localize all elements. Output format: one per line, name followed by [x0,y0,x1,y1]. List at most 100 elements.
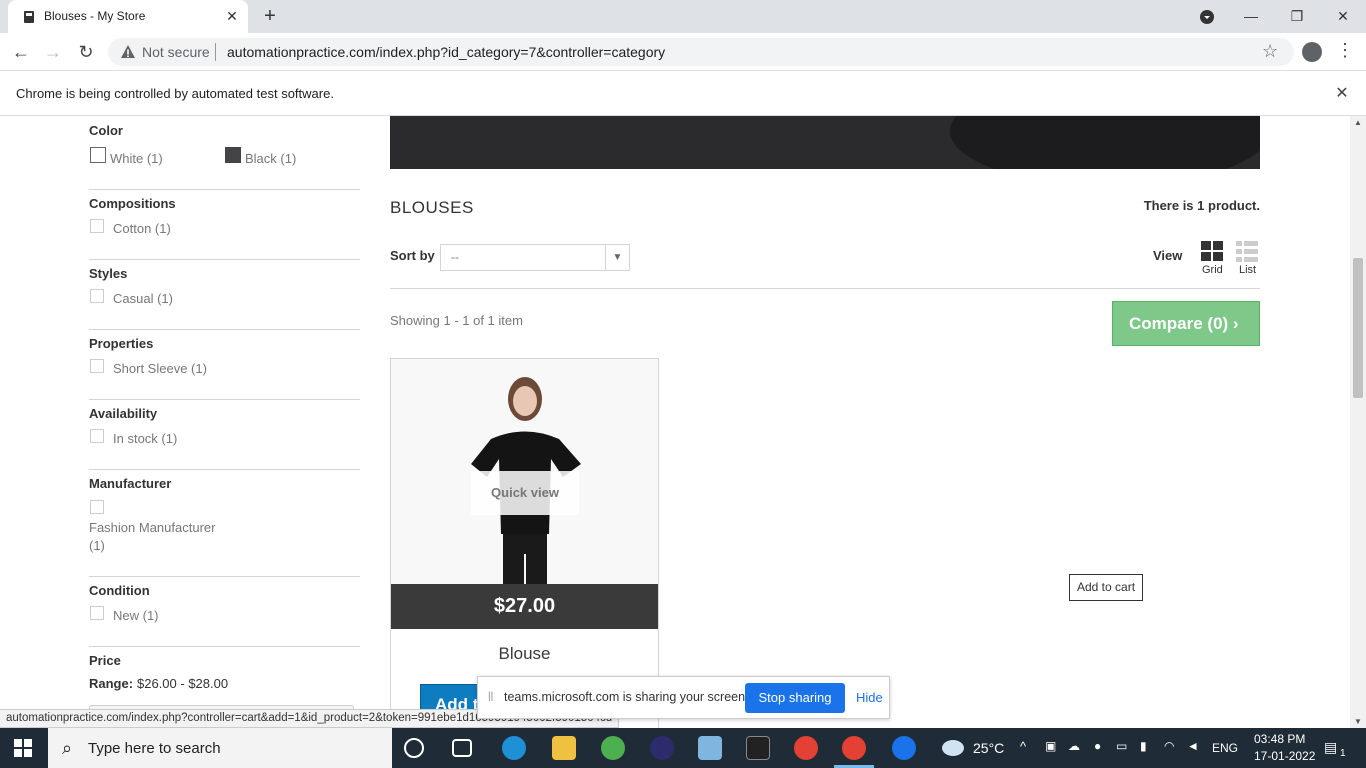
address-bar[interactable]: Not secure automationpractice.com/index.… [108,38,1294,66]
tab-search-icon[interactable] [1199,9,1215,25]
filter-divider [89,469,360,470]
automation-infobar: Chrome is being controlled by automated … [0,71,1366,116]
store-favicon-icon [24,11,34,23]
grid-view-icon[interactable] [1200,240,1224,264]
profile-avatar-icon[interactable] [1302,42,1322,62]
infobar-text: Chrome is being controlled by automated … [16,86,334,101]
chevron-right-icon: › [1232,314,1239,333]
filter-option-label[interactable]: Short Sleeve (1) [113,361,207,376]
filter-title: Compositions [89,196,176,211]
filter-checkbox[interactable] [90,500,104,514]
quick-view-button[interactable]: Quick view [471,471,579,515]
hide-link[interactable]: Hide [856,690,883,705]
compare-button[interactable]: Compare (0) › [1112,301,1260,346]
edge-icon[interactable] [502,736,526,760]
microphone-icon[interactable]: ● [1094,739,1101,753]
filter-option-label[interactable]: Casual (1) [113,291,173,306]
filter-option-label[interactable]: Fashion Manufacturer [89,520,215,535]
restore-icon[interactable]: ❐ [1285,4,1309,28]
color-swatch-black[interactable] [225,147,241,163]
weather-icon[interactable] [942,740,964,756]
filter-divider [89,189,360,190]
sharing-text: teams.microsoft.com is sharing your scre… [504,690,749,704]
minimize-icon[interactable]: — [1239,4,1263,28]
showing-count: Showing 1 - 1 of 1 item [390,313,523,328]
task-view-icon[interactable] [452,739,472,757]
bookmark-star-icon[interactable]: ☆ [1262,41,1278,62]
filter-option-count[interactable]: (1) [89,538,105,553]
app-icon[interactable] [698,736,722,760]
file-explorer-icon[interactable] [552,736,576,760]
forward-icon[interactable]: → [42,41,64,63]
back-icon[interactable]: ← [10,41,32,63]
filter-title: Styles [89,266,128,281]
page-scrollbar[interactable]: ▲ ▼ [1350,116,1366,728]
clock-date[interactable]: 17-01-2022 [1254,749,1315,763]
clock-time[interactable]: 03:48 PM [1254,732,1305,746]
filter-checkbox[interactable] [90,606,104,620]
browser-tab[interactable]: Blouses - My Store ✕ [8,0,248,33]
url-text[interactable]: automationpractice.com/index.php?id_cate… [227,44,665,60]
filter-option-label[interactable]: In stock (1) [113,431,177,446]
wifi-icon[interactable]: ◠ [1164,739,1174,753]
language-indicator[interactable]: ENG [1212,741,1238,755]
filter-divider [89,329,360,330]
filter-option-label[interactable]: Black (1) [245,151,296,166]
product-image[interactable]: Quick view [391,359,658,584]
drag-handle-icon[interactable]: || [488,691,493,702]
taskbar-search-box[interactable]: ⌕ Type here to search [48,728,392,768]
scroll-thumb[interactable] [1353,258,1363,398]
tab-close-icon[interactable]: ✕ [224,8,240,24]
cortana-icon[interactable] [404,738,424,758]
filter-option-label[interactable]: Cotton (1) [113,221,171,236]
sort-select[interactable]: -- ▼ [440,244,630,271]
chrome-icon[interactable] [794,736,818,760]
help-icon[interactable] [892,736,916,760]
onedrive-icon[interactable]: ☁ [1068,739,1080,753]
list-view-label[interactable]: List [1239,264,1256,276]
new-tab-button[interactable]: + [260,5,280,27]
filter-title: Price [89,653,121,668]
screen-sharing-bar: || teams.microsoft.com is sharing your s… [477,676,890,719]
chrome-active-icon[interactable] [842,736,866,760]
grid-view-label[interactable]: Grid [1202,264,1223,276]
scroll-up-icon[interactable]: ▲ [1354,118,1362,127]
infobar-close-icon[interactable]: ✕ [1334,83,1350,103]
chrome-menu-icon[interactable]: ⋮ [1336,40,1354,61]
eclipse-icon[interactable] [650,736,674,760]
list-view-icon[interactable] [1235,240,1259,264]
tab-title: Blouses - My Store [44,9,146,23]
scroll-down-icon[interactable]: ▼ [1354,717,1362,726]
volume-icon[interactable]: ◄ [1187,739,1199,753]
weather-temp[interactable]: 25°C [973,740,1004,756]
stop-sharing-button[interactable]: Stop sharing [745,683,845,713]
warning-icon[interactable] [120,44,136,60]
filter-checkbox[interactable] [90,219,104,233]
windows-start-icon[interactable] [14,739,32,757]
filter-option-label[interactable]: White (1) [110,151,163,166]
color-swatch-white[interactable] [90,147,106,163]
chevron-down-icon[interactable]: ▼ [605,245,629,270]
filter-checkbox[interactable] [90,289,104,303]
power-icon[interactable]: ▮ [1140,739,1147,753]
reload-icon[interactable]: ↻ [75,41,97,63]
filter-divider [89,259,360,260]
meet-now-icon[interactable]: ▣ [1045,739,1056,753]
terminal-icon[interactable] [746,736,770,760]
filter-checkbox[interactable] [90,359,104,373]
notification-count[interactable]: 1 [1340,748,1346,759]
tray-chevron-up-icon[interactable]: ^ [1020,739,1026,754]
product-name[interactable]: Blouse [391,644,658,664]
chrome-profile-icon[interactable] [601,736,625,760]
divider [390,288,1260,289]
close-window-icon[interactable]: ✕ [1331,4,1355,28]
view-label: View [1153,248,1183,263]
product-card[interactable]: Quick view $27.00 Blouse Add t [390,358,659,728]
filter-checkbox[interactable] [90,429,104,443]
notifications-icon[interactable]: ▤ [1324,739,1337,756]
browser-titlebar: Blouses - My Store ✕ + — ❐ ✕ [0,0,1366,33]
filter-option-label[interactable]: New (1) [113,608,159,623]
not-secure-label[interactable]: Not secure [142,44,210,60]
sort-label: Sort by [390,248,435,263]
display-icon[interactable]: ▭ [1116,739,1127,753]
